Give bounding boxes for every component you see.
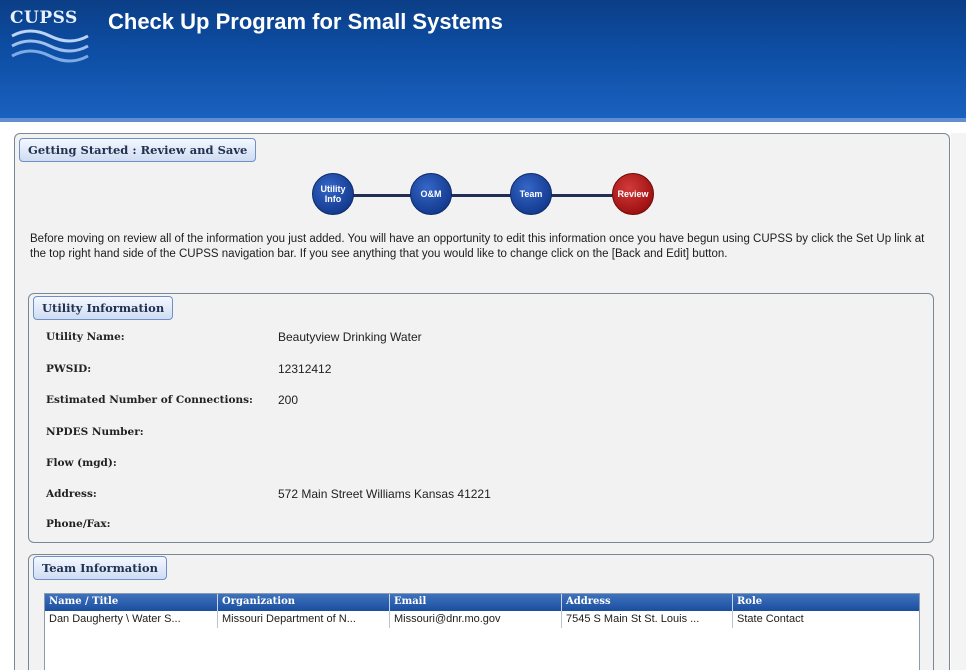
column-header-name[interactable]: Name / Title	[45, 594, 218, 611]
logo-text: CUPSS	[10, 8, 78, 28]
section-title-tab: Getting Started : Review and Save	[19, 138, 257, 162]
phone-fax-label: Phone/Fax:	[46, 518, 111, 530]
water-wave-icon	[11, 29, 89, 63]
pwsid-value: 12312412	[278, 362, 332, 376]
vertical-scrollbar[interactable]	[951, 133, 966, 670]
cell-role: State Contact	[737, 613, 804, 625]
cell-organization: Missouri Department of N...	[218, 611, 390, 628]
connections-value: 200	[278, 393, 299, 407]
intro-text: Before moving on review all of the infor…	[30, 233, 925, 260]
column-header-role[interactable]: Role	[733, 594, 919, 611]
app-title: Check Up Program for Small Systems	[108, 9, 503, 34]
step-team: Team	[510, 173, 552, 215]
step-connector	[332, 194, 632, 197]
cell-email: Missouri@dnr.mo.gov	[390, 611, 562, 628]
step-progress: Utility Info O&M Team Review	[312, 173, 657, 219]
cell-address: 7545 S Main St St. Louis ...	[562, 611, 733, 628]
utility-info-title: Utility Information	[33, 296, 174, 320]
column-header-email[interactable]: Email	[390, 594, 562, 611]
app-header: CUPSS Check Up Program for Small Systems	[0, 0, 966, 122]
cupss-logo: CUPSS	[10, 8, 90, 68]
utility-name-value: Beautyview Drinking Water	[278, 330, 422, 344]
team-table: Name / Title Organization Email Address …	[44, 593, 920, 670]
table-row[interactable]: Dan Daugherty \ Water S... Missouri Depa…	[45, 611, 919, 628]
step-utility-info: Utility Info	[312, 173, 354, 215]
step-om: O&M	[410, 173, 452, 215]
utility-info-panel	[28, 293, 934, 543]
cell-name: Dan Daugherty \ Water S...	[45, 611, 218, 628]
utility-name-label: Utility Name:	[46, 331, 125, 343]
connections-label: Estimated Number of Connections:	[46, 394, 253, 406]
address-label: Address:	[46, 488, 97, 500]
step-review: Review	[612, 173, 654, 215]
team-table-header: Name / Title Organization Email Address …	[45, 594, 919, 611]
header-divider	[0, 118, 966, 122]
team-info-title: Team Information	[33, 556, 167, 580]
column-header-address[interactable]: Address	[562, 594, 733, 611]
flow-label: Flow (mgd):	[46, 457, 117, 469]
pwsid-label: PWSID:	[46, 363, 92, 375]
column-header-organization[interactable]: Organization	[218, 594, 390, 611]
address-value: 572 Main Street Williams Kansas 41221	[278, 487, 491, 501]
npdes-label: NPDES Number:	[46, 426, 144, 438]
